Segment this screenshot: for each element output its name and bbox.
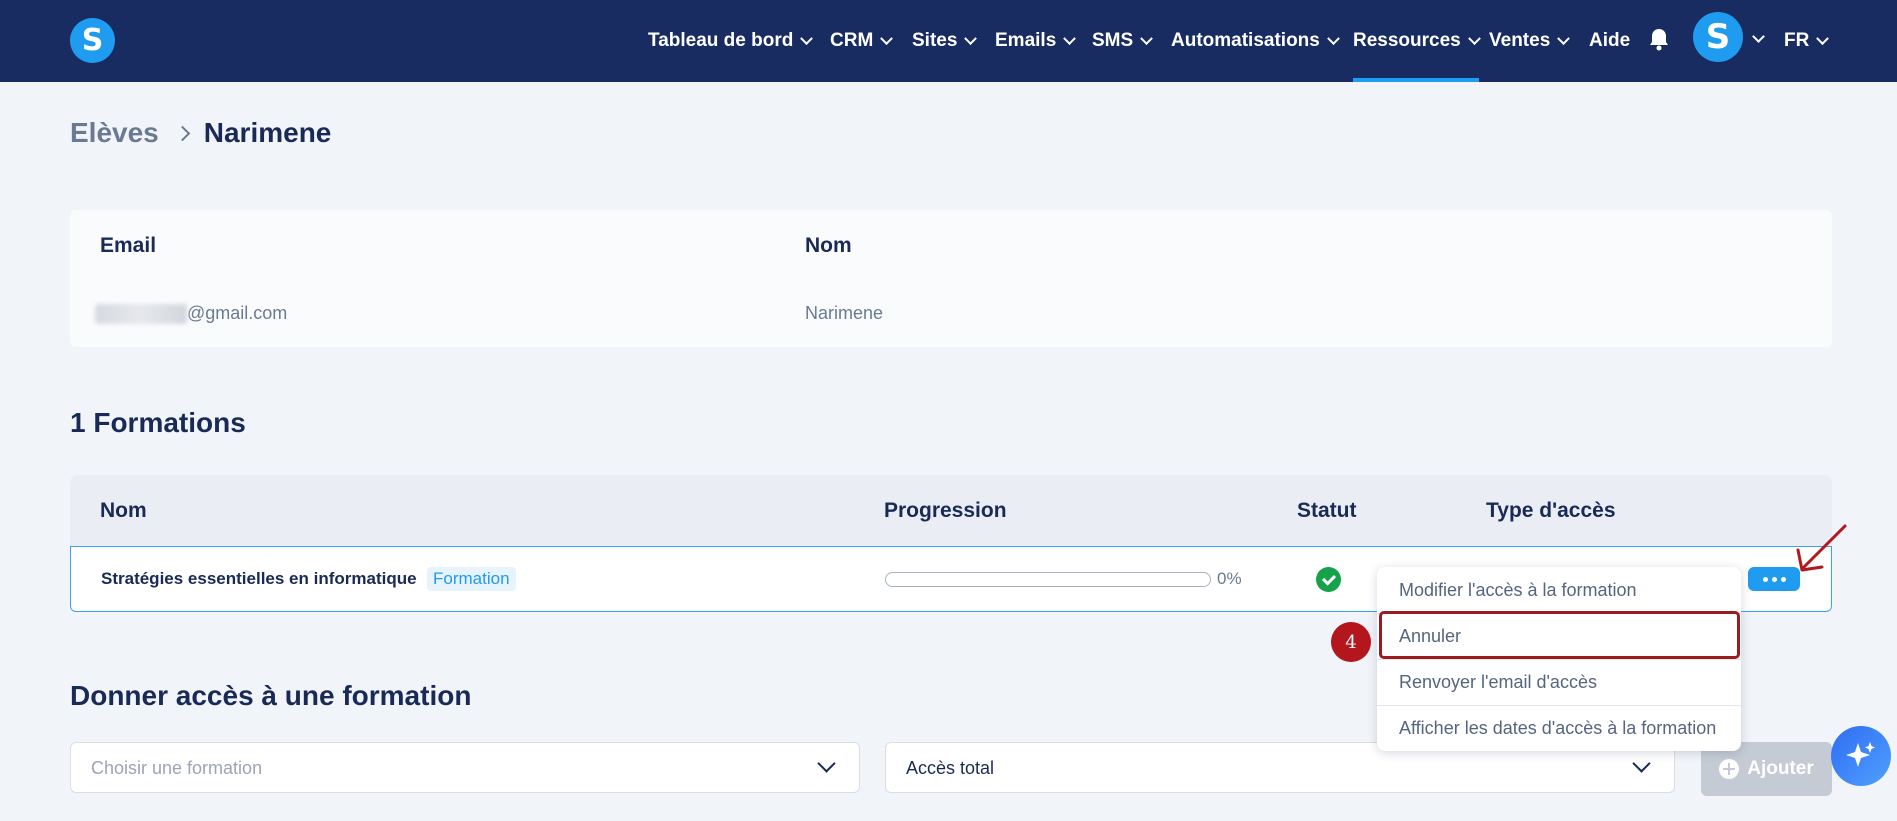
language-selector[interactable]: FR [1784,0,1830,82]
chevron-down-icon [1063,31,1077,45]
menu-item-edit-access[interactable]: Modifier l'accès à la formation [1377,567,1741,613]
breadcrumb: Elèves Narimene [70,117,331,149]
nav-emails[interactable]: Emails [995,0,1077,82]
menu-item-show-access-dates[interactable]: Afficher les dates d'accès à la formatio… [1377,705,1741,751]
email-value: @gmail.com [95,303,287,325]
row-actions-menu: Modifier l'accès à la formation Annuler … [1377,567,1741,751]
access-type-value: Accès total [906,758,995,778]
nav-sites[interactable]: Sites [912,0,978,82]
formation-select[interactable]: Choisir une formation [70,742,860,793]
dot-icon [1762,576,1768,582]
chevron-down-icon [1632,754,1651,773]
plus-circle-icon [1719,759,1740,779]
nav-ventes[interactable]: Ventes [1489,0,1571,82]
student-info-card: Email @gmail.com Nom Narimene [70,210,1832,347]
nav-aide[interactable]: Aide [1589,0,1630,82]
app-logo[interactable]: S [70,18,115,63]
give-access-title: Donner accès à une formation [70,680,472,711]
nav-automatisations[interactable]: Automatisations [1171,0,1340,82]
formations-table-header: Nom Progression Statut Type d'accès [70,475,1832,547]
dot-icon [1771,576,1777,582]
column-header-name: Nom [100,499,147,522]
chevron-down-icon[interactable] [1752,30,1765,43]
status-check-icon [1316,567,1341,592]
chevron-down-icon [880,31,894,45]
chevron-down-icon [1467,31,1481,45]
email-label: Email [100,234,157,257]
highlight-box [1379,611,1740,659]
progress-percent: 0% [1217,569,1242,588]
name-value: Narimene [805,303,884,323]
chevron-down-icon [817,754,836,773]
chevron-down-icon [1816,31,1830,45]
nav-ressources[interactable]: Ressources [1353,0,1481,82]
name-label: Nom [805,234,852,257]
chevron-down-icon [1140,31,1154,45]
ai-assistant-button[interactable] [1831,726,1891,786]
chevron-down-icon [964,31,978,45]
chevron-right-icon [174,125,191,141]
formation-select-placeholder: Choisir une formation [91,758,263,778]
column-header-access-type: Type d'accès [1486,499,1616,522]
redacted-email-prefix [95,304,187,325]
menu-item-resend-email[interactable]: Renvoyer l'email d'accès [1377,659,1741,705]
bell-icon[interactable] [1648,27,1670,51]
nav-tableau-de-bord[interactable]: Tableau de bord [648,0,814,82]
course-type-badge: Formation [427,567,516,591]
chevron-down-icon [800,31,814,45]
top-navbar: S Tableau de bord CRM Sites Emails SMS A… [0,0,1897,82]
annotation-arrow-icon [1796,524,1847,572]
column-header-status: Statut [1297,499,1357,522]
column-header-progress: Progression [884,499,1007,522]
chevron-down-icon [1557,31,1571,45]
formations-title: 1 Formations [70,407,246,438]
page-title: Narimene [203,117,332,148]
chevron-down-icon [1326,31,1340,45]
nav-sms[interactable]: SMS [1092,0,1154,82]
nav-crm[interactable]: CRM [830,0,894,82]
breadcrumb-parent[interactable]: Elèves [70,117,159,149]
avatar[interactable]: S [1693,12,1743,62]
step-number-badge: 4 [1331,622,1371,662]
progress-bar [885,572,1211,587]
course-name[interactable]: Stratégies essentielles en informatique [101,569,417,589]
dot-icon [1780,576,1786,582]
sparkle-icon [1846,742,1875,767]
